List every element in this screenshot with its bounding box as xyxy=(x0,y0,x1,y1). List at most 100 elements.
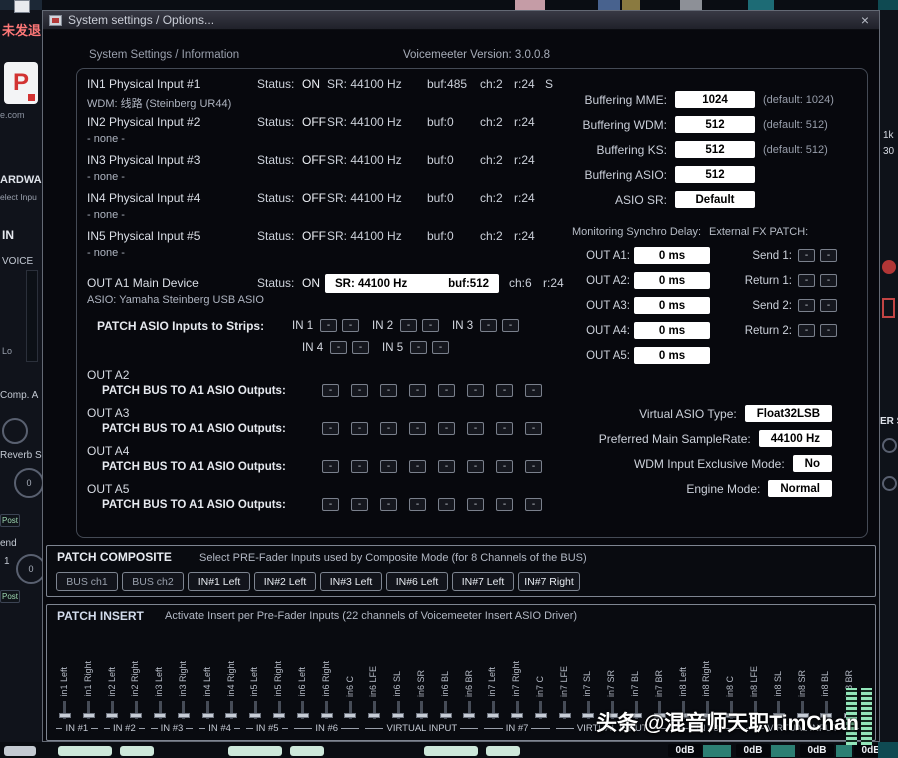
insert-toggle[interactable] xyxy=(468,701,471,719)
delay-value[interactable]: 0 ms xyxy=(634,297,710,314)
strip-button[interactable] xyxy=(290,746,324,756)
dialog-titlebar[interactable]: System settings / Options... × xyxy=(43,11,879,30)
patch-button[interactable]: - xyxy=(820,299,837,312)
patch-button[interactable]: - xyxy=(409,460,426,473)
patch-button[interactable]: - xyxy=(380,384,397,397)
patch-button[interactable]: - xyxy=(351,460,368,473)
insert-toggle[interactable] xyxy=(373,701,376,719)
bus-knob[interactable] xyxy=(882,438,897,453)
insert-toggle[interactable] xyxy=(159,701,162,719)
insert-toggle[interactable] xyxy=(230,701,233,719)
patch-button[interactable]: - xyxy=(798,299,815,312)
photo-icon[interactable] xyxy=(680,0,702,10)
strip-button[interactable] xyxy=(120,746,154,756)
strip-button[interactable] xyxy=(836,745,852,757)
patch-button[interactable]: - xyxy=(480,319,497,332)
device-name[interactable]: IN1 Physical Input #1 xyxy=(87,77,200,91)
delay-value[interactable]: 0 ms xyxy=(634,272,710,289)
patch-button[interactable]: - xyxy=(409,384,426,397)
fader-value-badge[interactable]: 0dB xyxy=(800,744,834,757)
insert-toggle[interactable] xyxy=(587,701,590,719)
device-name[interactable]: IN4 Physical Input #4 xyxy=(87,191,200,205)
strip-button[interactable] xyxy=(771,745,795,757)
device-name[interactable]: OUT A1 Main Device xyxy=(87,276,199,290)
patch-button[interactable]: - xyxy=(467,384,484,397)
insert-toggle[interactable] xyxy=(325,701,328,719)
strip-button[interactable] xyxy=(4,746,36,756)
patch-button[interactable]: - xyxy=(320,319,337,332)
composite-button[interactable]: IN#7 Right xyxy=(518,572,580,591)
photo-icon[interactable] xyxy=(622,0,640,10)
photo-icon[interactable] xyxy=(515,0,545,10)
comp-knob[interactable] xyxy=(2,418,28,444)
bus-knob[interactable] xyxy=(882,476,897,491)
insert-toggle[interactable] xyxy=(135,701,138,719)
device-name[interactable]: IN3 Physical Input #3 xyxy=(87,153,200,167)
composite-button[interactable]: IN#3 Left xyxy=(320,572,382,591)
insert-toggle[interactable] xyxy=(420,701,423,719)
strip-button[interactable] xyxy=(424,746,478,756)
insert-toggle[interactable] xyxy=(111,701,114,719)
strip-button[interactable] xyxy=(486,746,520,756)
patch-button[interactable]: - xyxy=(351,422,368,435)
patch-button[interactable]: - xyxy=(798,274,815,287)
patch-button[interactable]: - xyxy=(438,384,455,397)
patch-button[interactable]: - xyxy=(400,319,417,332)
patch-button[interactable]: - xyxy=(380,460,397,473)
photo-icon[interactable] xyxy=(598,0,620,10)
insert-toggle[interactable] xyxy=(301,701,304,719)
patch-button[interactable]: - xyxy=(422,319,439,332)
patch-button[interactable]: - xyxy=(322,422,339,435)
record-knob[interactable] xyxy=(882,260,896,274)
delay-value[interactable]: 0 ms xyxy=(634,347,710,364)
composite-button[interactable]: IN#2 Left xyxy=(254,572,316,591)
patch-button[interactable]: - xyxy=(380,422,397,435)
device-name[interactable]: IN5 Physical Input #5 xyxy=(87,229,200,243)
insert-toggle[interactable] xyxy=(397,701,400,719)
patch-button[interactable]: - xyxy=(820,274,837,287)
send-knob[interactable]: 0 xyxy=(16,554,42,584)
option-value[interactable]: Float32LSB xyxy=(745,405,832,422)
patch-button[interactable]: - xyxy=(525,384,542,397)
buffering-value[interactable]: 512 xyxy=(675,116,755,133)
close-icon[interactable]: × xyxy=(857,12,873,28)
patch-button[interactable]: - xyxy=(820,324,837,337)
patch-button[interactable]: - xyxy=(438,460,455,473)
option-value[interactable]: No xyxy=(793,455,832,472)
buffering-value[interactable]: 512 xyxy=(675,166,755,183)
post-button[interactable]: Post xyxy=(0,514,20,527)
delay-value[interactable]: 0 ms xyxy=(634,322,710,339)
strip-button[interactable] xyxy=(703,745,731,757)
patch-button[interactable]: - xyxy=(342,319,359,332)
buffering-value[interactable]: 1024 xyxy=(675,91,755,108)
strip-button[interactable] xyxy=(228,746,282,756)
insert-toggle[interactable] xyxy=(563,701,566,719)
patch-button[interactable]: - xyxy=(798,324,815,337)
samplerate-display[interactable]: SR: 44100 Hz buf:512 xyxy=(325,274,499,293)
option-value[interactable]: 44100 Hz xyxy=(759,430,832,447)
patch-button[interactable]: - xyxy=(409,498,426,511)
insert-toggle[interactable] xyxy=(516,701,519,719)
patch-button[interactable]: - xyxy=(410,341,427,354)
buffering-value[interactable]: 512 xyxy=(675,141,755,158)
insert-toggle[interactable] xyxy=(539,701,542,719)
window-thumbnail-icon[interactable] xyxy=(14,0,30,13)
buffering-value[interactable]: Default xyxy=(675,191,755,208)
composite-button[interactable]: BUS ch1 xyxy=(56,572,118,591)
insert-toggle[interactable] xyxy=(87,701,90,719)
patch-button[interactable]: - xyxy=(502,319,519,332)
post-button[interactable]: Post xyxy=(0,590,20,603)
insert-toggle[interactable] xyxy=(206,701,209,719)
patch-button[interactable]: - xyxy=(330,341,347,354)
patch-button[interactable]: - xyxy=(432,341,449,354)
reverb-knob[interactable]: 0 xyxy=(14,468,42,498)
insert-toggle[interactable] xyxy=(349,701,352,719)
patch-button[interactable]: - xyxy=(351,498,368,511)
insert-toggle[interactable] xyxy=(492,701,495,719)
patch-button[interactable]: - xyxy=(322,460,339,473)
insert-toggle[interactable] xyxy=(63,701,66,719)
patch-button[interactable]: - xyxy=(438,498,455,511)
fader-value-badge[interactable]: 0dB xyxy=(736,744,770,757)
composite-button[interactable]: IN#1 Left xyxy=(188,572,250,591)
patch-button[interactable]: - xyxy=(409,422,426,435)
